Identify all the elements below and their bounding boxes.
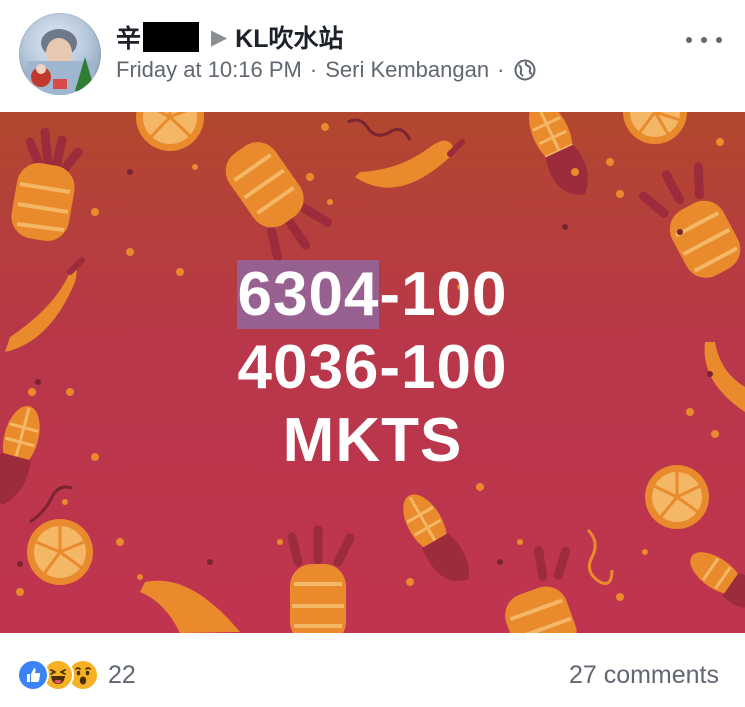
author-avatar[interactable]: [19, 13, 101, 95]
post-title-row: 辛 ▶ KL吹水站: [116, 20, 344, 54]
comments-count-link[interactable]: 27 comments: [569, 661, 719, 690]
more-horizontal-icon[interactable]: [686, 30, 722, 50]
redaction-block: [143, 22, 200, 52]
separator-dot: ·: [497, 57, 505, 82]
post-footer: 22 27 comments: [0, 633, 745, 707]
post-location[interactable]: Seri Kembangan: [325, 57, 489, 83]
reaction-count[interactable]: 22: [108, 661, 136, 690]
post-background-image[interactable]: 6304-100 4036-100 MKTS: [0, 112, 745, 633]
number-line-3: MKTS: [282, 406, 463, 475]
triangle-right-icon: ▶: [211, 25, 228, 49]
post-image-text: 6304-100 4036-100 MKTS: [0, 112, 745, 633]
post-header: 辛 ▶ KL吹水站 Friday at 10:16 PM · Seri Kemb…: [0, 0, 745, 112]
post-meta: Friday at 10:16 PM · Seri Kembangan ·: [116, 56, 536, 84]
separator-dot: ·: [309, 57, 318, 82]
group-name[interactable]: KL吹水站: [235, 19, 343, 55]
post-time[interactable]: Friday at 10:16 PM: [116, 57, 302, 83]
number-line-1-rest: -100: [379, 260, 508, 329]
number-line-2: 4036-100: [237, 333, 508, 402]
number-line-1: 6304-100: [237, 258, 507, 331]
globe-icon[interactable]: [514, 59, 536, 81]
selected-text-highlight: 6304: [237, 260, 380, 329]
reactions-summary[interactable]: 22: [17, 659, 136, 691]
author-name[interactable]: 辛: [116, 19, 141, 55]
like-icon: [17, 659, 49, 691]
